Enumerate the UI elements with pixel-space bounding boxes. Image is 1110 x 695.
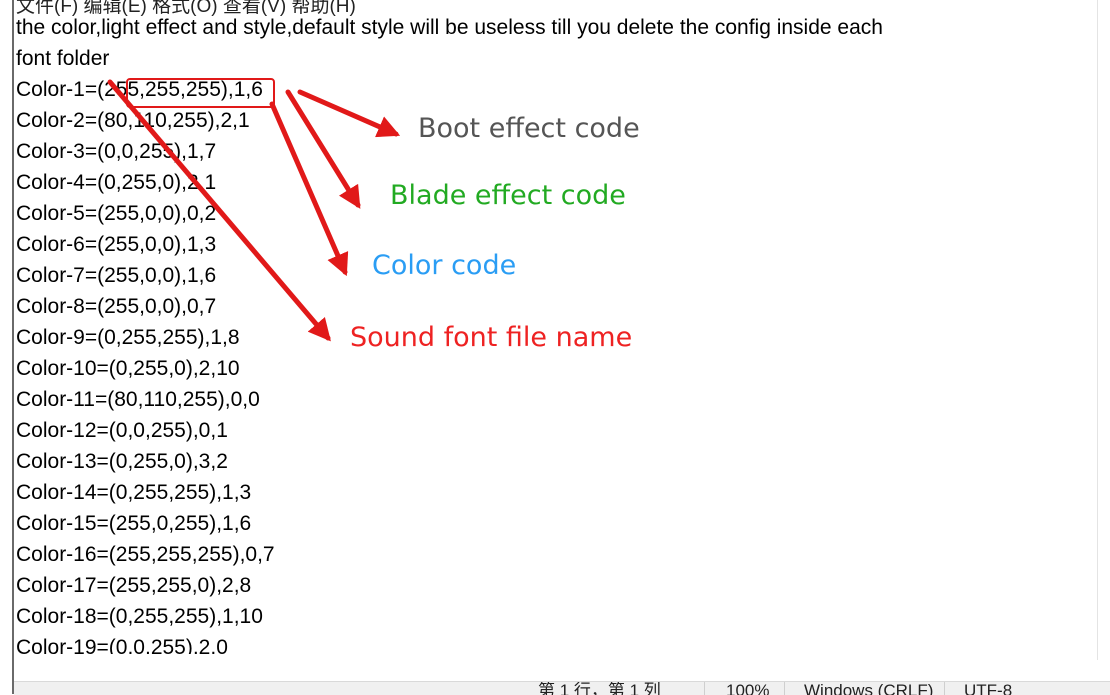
window-left-border [12,0,14,694]
text-line: Color-7=(255,0,0),1,6 [16,264,217,287]
notepad-window: 文件(F) 编辑(E) 格式(O) 查看(V) 帮助(H) the color,… [0,0,1110,695]
text-line: Color-10=(0,255,0),2,10 [16,357,240,380]
label-sound-font: Sound font file name [350,322,633,353]
zoom-level: 100% [726,681,770,695]
encoding: UTF-8 [964,681,1013,695]
vertical-scrollbar[interactable] [1097,0,1110,660]
text-line: Color-16=(255,255,255),0,7 [16,543,275,566]
text-line: the color,light effect and style,default… [16,16,883,39]
menu-bar[interactable]: 文件(F) 编辑(E) 格式(O) 查看(V) 帮助(H) [16,0,356,17]
text-line: Color-14=(0,255,255),1,3 [16,481,252,504]
text-line: font folder [16,47,110,70]
status-divider [704,682,705,695]
cursor-position: 第 1 行，第 1 列 [538,681,661,695]
text-line: Color-18=(0,255,255),1,10 [16,605,263,628]
text-line: Color-12=(0,0,255),0,1 [16,419,228,442]
text-line: Color-17=(255,255,0),2,8 [16,574,252,597]
status-divider [784,682,785,695]
text-line: Color-11=(80,110,255),0,0 [16,388,260,411]
label-color-code: Color code [372,250,517,281]
status-divider [944,682,945,695]
text-line: Color-8=(255,0,0),0,7 [16,295,217,318]
text-line: Color-13=(0,255,0),3,2 [16,450,228,473]
status-bar: 第 1 行，第 1 列 100% Windows (CRLF) UTF-8 [14,681,1110,695]
label-boot-effect: Boot effect code [418,113,640,144]
label-blade-effect: Blade effect code [390,180,626,211]
highlight-box-color-value [126,78,275,108]
line-ending: Windows (CRLF) [804,681,934,695]
text-line: Color-6=(255,0,0),1,3 [16,233,217,256]
text-line: Color-15=(255,0,255),1,6 [16,512,252,535]
text-line: Color-19=(0,0,255),2,0 [16,636,228,654]
